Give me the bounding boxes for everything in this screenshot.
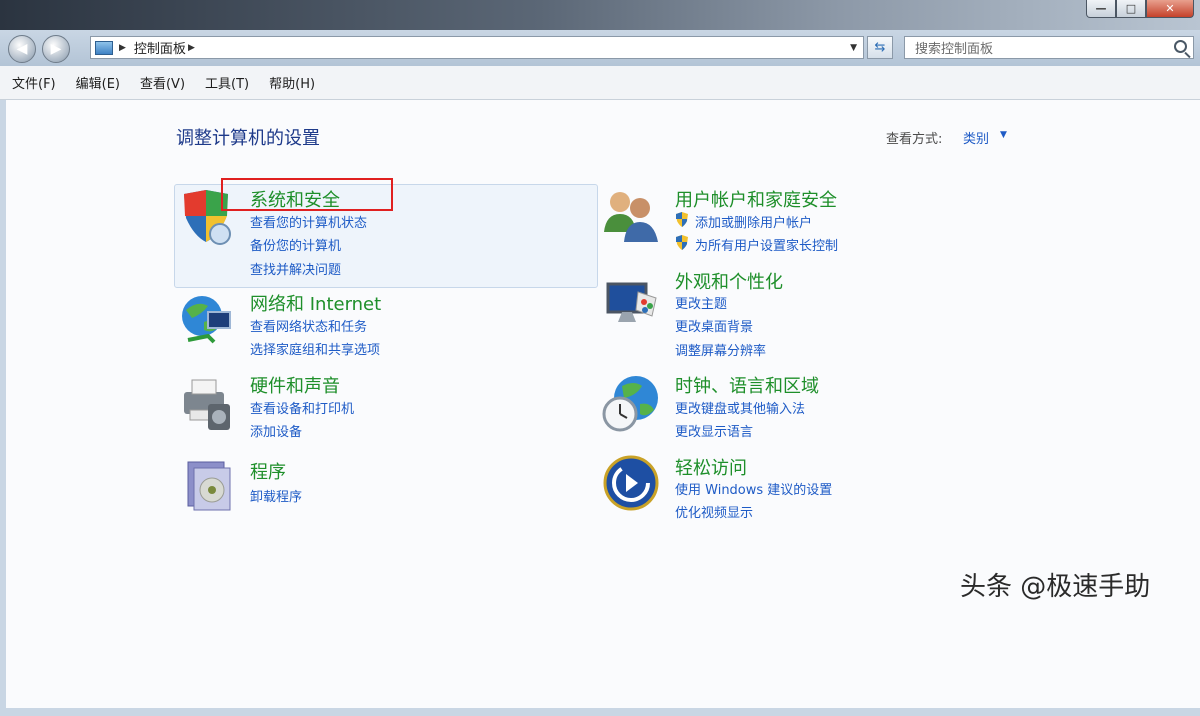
link-backup-computer[interactable]: 备份您的计算机: [250, 235, 341, 254]
refresh-icon: ⇆: [875, 40, 886, 55]
back-button[interactable]: ◀: [8, 35, 36, 63]
search-placeholder: 搜索控制面板: [915, 38, 993, 57]
main-content: 调整计算机的设置 查看方式: 类别 ▼ 系统和安全 查看您的计算机状态 备份您的…: [0, 100, 1200, 716]
search-icon[interactable]: [1174, 40, 1187, 53]
menu-file[interactable]: 文件(F): [12, 73, 56, 92]
control-panel-icon: [95, 41, 113, 55]
printer-icon[interactable]: [178, 374, 236, 432]
users-icon[interactable]: [602, 186, 660, 244]
programs-icon[interactable]: [178, 456, 236, 514]
monitor-paint-icon[interactable]: [602, 276, 660, 334]
view-mode-dropdown[interactable]: 类别: [963, 128, 989, 147]
page-title: 调整计算机的设置: [176, 124, 320, 150]
category-title-programs[interactable]: 程序: [250, 458, 286, 484]
chevron-down-icon[interactable]: ▼: [1000, 130, 1007, 140]
link-change-theme[interactable]: 更改主题: [675, 293, 727, 312]
breadcrumb-control-panel[interactable]: 控制面板: [134, 38, 186, 57]
link-screen-resolution[interactable]: 调整屏幕分辨率: [675, 340, 766, 359]
link-devices-printers[interactable]: 查看设备和打印机: [250, 398, 354, 417]
category-title-clock[interactable]: 时钟、语言和区域: [675, 372, 819, 398]
back-arrow-icon: ◀: [17, 41, 28, 57]
ease-of-access-icon[interactable]: [602, 454, 660, 512]
link-homegroup-sharing[interactable]: 选择家庭组和共享选项: [250, 339, 380, 358]
address-dropdown-icon[interactable]: ▼: [850, 43, 857, 53]
globe-clock-icon[interactable]: [602, 374, 660, 432]
network-globe-icon[interactable]: [178, 292, 236, 350]
watermark-text: 头条 @极速手助: [960, 566, 1150, 603]
link-optimize-visual-display[interactable]: 优化视频显示: [675, 502, 753, 521]
maximize-button[interactable]: □: [1116, 0, 1146, 18]
uac-shield-icon: [675, 235, 689, 250]
link-add-remove-users[interactable]: 添加或删除用户帐户: [695, 212, 812, 231]
forward-button[interactable]: ▶: [42, 35, 70, 63]
view-mode-label: 查看方式:: [886, 128, 942, 147]
menu-tools[interactable]: 工具(T): [205, 73, 249, 92]
link-windows-suggested-settings[interactable]: 使用 Windows 建议的设置: [675, 479, 832, 498]
uac-shield-icon: [675, 212, 689, 227]
category-title-appearance[interactable]: 外观和个性化: [675, 268, 783, 294]
link-view-computer-status[interactable]: 查看您的计算机状态: [250, 212, 367, 231]
link-troubleshoot[interactable]: 查找并解决问题: [250, 259, 341, 278]
link-network-status[interactable]: 查看网络状态和任务: [250, 316, 367, 335]
close-button[interactable]: ✕: [1146, 0, 1194, 18]
category-title-ease[interactable]: 轻松访问: [675, 454, 747, 480]
minimize-button[interactable]: —: [1086, 0, 1116, 18]
window-border-bottom: [0, 708, 1200, 716]
window-titlebar: — □ ✕: [0, 0, 1200, 30]
menu-bar: 文件(F) 编辑(E) 查看(V) 工具(T) 帮助(H): [0, 66, 1200, 100]
category-title-hardware[interactable]: 硬件和声音: [250, 372, 340, 398]
category-title-users[interactable]: 用户帐户和家庭安全: [675, 186, 837, 212]
menu-view[interactable]: 查看(V): [140, 73, 185, 92]
menu-edit[interactable]: 编辑(E): [76, 73, 120, 92]
window-border-left: [0, 100, 6, 716]
refresh-button[interactable]: ⇆: [867, 36, 893, 59]
window-controls: — □ ✕: [1086, 0, 1194, 18]
link-add-device[interactable]: 添加设备: [250, 421, 302, 440]
menu-help[interactable]: 帮助(H): [269, 73, 315, 92]
link-uninstall-program[interactable]: 卸载程序: [250, 486, 302, 505]
navigation-bar: ◀ ▶ ▶ 控制面板 ▶ ▼ ⇆ 搜索控制面板: [0, 30, 1200, 66]
highlight-box: [221, 178, 393, 211]
link-parental-controls[interactable]: 为所有用户设置家长控制: [695, 235, 838, 254]
address-bar[interactable]: ▶ 控制面板 ▶ ▼: [90, 36, 864, 59]
breadcrumb-separator-icon[interactable]: ▶: [119, 43, 126, 53]
link-change-display-language[interactable]: 更改显示语言: [675, 421, 753, 440]
search-input[interactable]: 搜索控制面板: [904, 36, 1194, 59]
link-change-desktop-background[interactable]: 更改桌面背景: [675, 316, 753, 335]
category-title-network[interactable]: 网络和 Internet: [250, 290, 381, 316]
breadcrumb-separator-icon[interactable]: ▶: [188, 43, 195, 53]
forward-arrow-icon: ▶: [51, 41, 62, 57]
link-change-input-method[interactable]: 更改键盘或其他输入法: [675, 398, 805, 417]
